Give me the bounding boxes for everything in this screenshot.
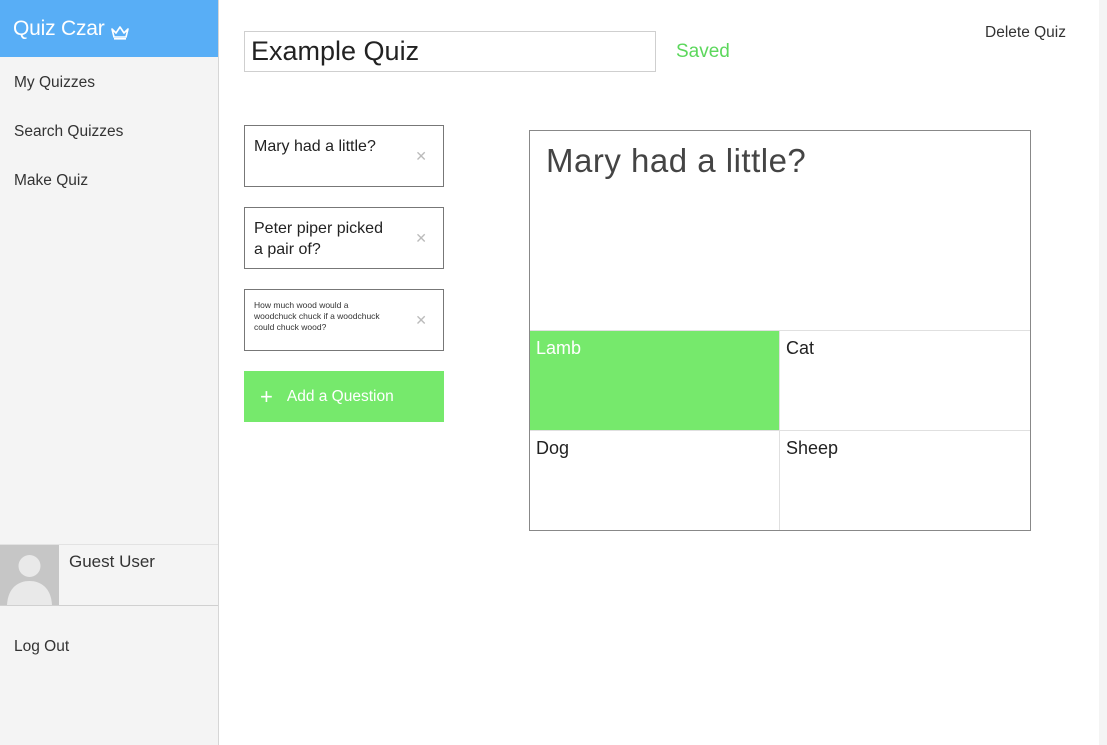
question-list: Mary had a little? ✕ Peter piper picked … [244, 125, 444, 422]
question-card[interactable]: How much wood would a woodchuck chuck if… [244, 289, 444, 351]
sidebar-nav: My Quizzes Search Quizzes Make Quiz [0, 69, 218, 216]
logout-link[interactable]: Log Out [14, 638, 69, 656]
answer-option[interactable]: Sheep [780, 431, 1030, 530]
sidebar-item-my-quizzes[interactable]: My Quizzes [0, 69, 218, 118]
question-editor: Mary had a little? Lamb Cat Dog Sheep [529, 130, 1031, 531]
close-icon[interactable]: ✕ [415, 149, 427, 163]
question-card-text: Mary had a little? [254, 138, 376, 155]
sidebar: Quiz Czar My Quizzes Search Quizzes Make… [0, 0, 219, 745]
answer-grid: Lamb Cat Dog Sheep [530, 331, 1030, 530]
answer-option[interactable]: Dog [530, 431, 780, 530]
question-card-text: Peter piper picked a pair of? [254, 220, 383, 258]
question-card[interactable]: Mary had a little? ✕ [244, 125, 444, 187]
user-panel[interactable]: Guest User [0, 544, 218, 606]
plus-icon: + [260, 383, 273, 409]
main-panel: Saved Delete Quiz Mary had a little? ✕ P… [219, 0, 1099, 745]
window-edge [1099, 0, 1107, 745]
close-icon[interactable]: ✕ [415, 231, 427, 245]
sidebar-item-search-quizzes[interactable]: Search Quizzes [0, 118, 218, 167]
answer-option[interactable]: Cat [780, 331, 1030, 431]
question-prompt[interactable]: Mary had a little? [530, 131, 1030, 331]
question-card-text: How much wood would a woodchuck chuck if… [254, 300, 380, 332]
close-icon[interactable]: ✕ [415, 313, 427, 327]
delete-quiz-button[interactable]: Delete Quiz [985, 24, 1066, 42]
avatar-icon [0, 545, 59, 605]
crown-icon [110, 22, 129, 40]
question-card[interactable]: Peter piper picked a pair of? ✕ [244, 207, 444, 269]
quiz-title-input[interactable] [244, 31, 656, 72]
add-question-label: Add a Question [286, 387, 394, 405]
user-name: Guest User [69, 552, 155, 571]
brand-name: Quiz Czar [13, 16, 105, 40]
answer-option[interactable]: Lamb [530, 331, 780, 431]
add-question-button[interactable]: + Add a Question [244, 371, 444, 422]
sidebar-item-make-quiz[interactable]: Make Quiz [0, 167, 218, 216]
brand-header[interactable]: Quiz Czar [0, 0, 218, 57]
save-status: Saved [676, 41, 730, 62]
